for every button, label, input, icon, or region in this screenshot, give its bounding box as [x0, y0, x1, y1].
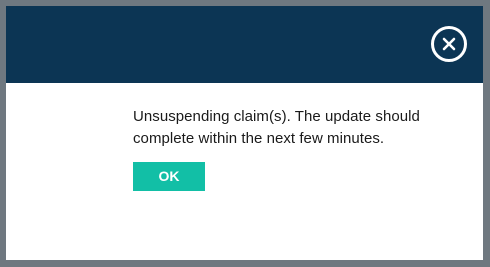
notification-dialog: Unsuspending claim(s). The update should…: [6, 6, 483, 260]
dialog-message: Unsuspending claim(s). The update should…: [133, 108, 420, 147]
close-icon: [442, 37, 456, 51]
dialog-header: [6, 6, 483, 83]
dialog-frame: Unsuspending claim(s). The update should…: [0, 0, 490, 267]
dialog-body: Unsuspending claim(s). The update should…: [133, 106, 453, 191]
ok-button[interactable]: OK: [133, 162, 205, 191]
close-button[interactable]: [431, 26, 467, 62]
